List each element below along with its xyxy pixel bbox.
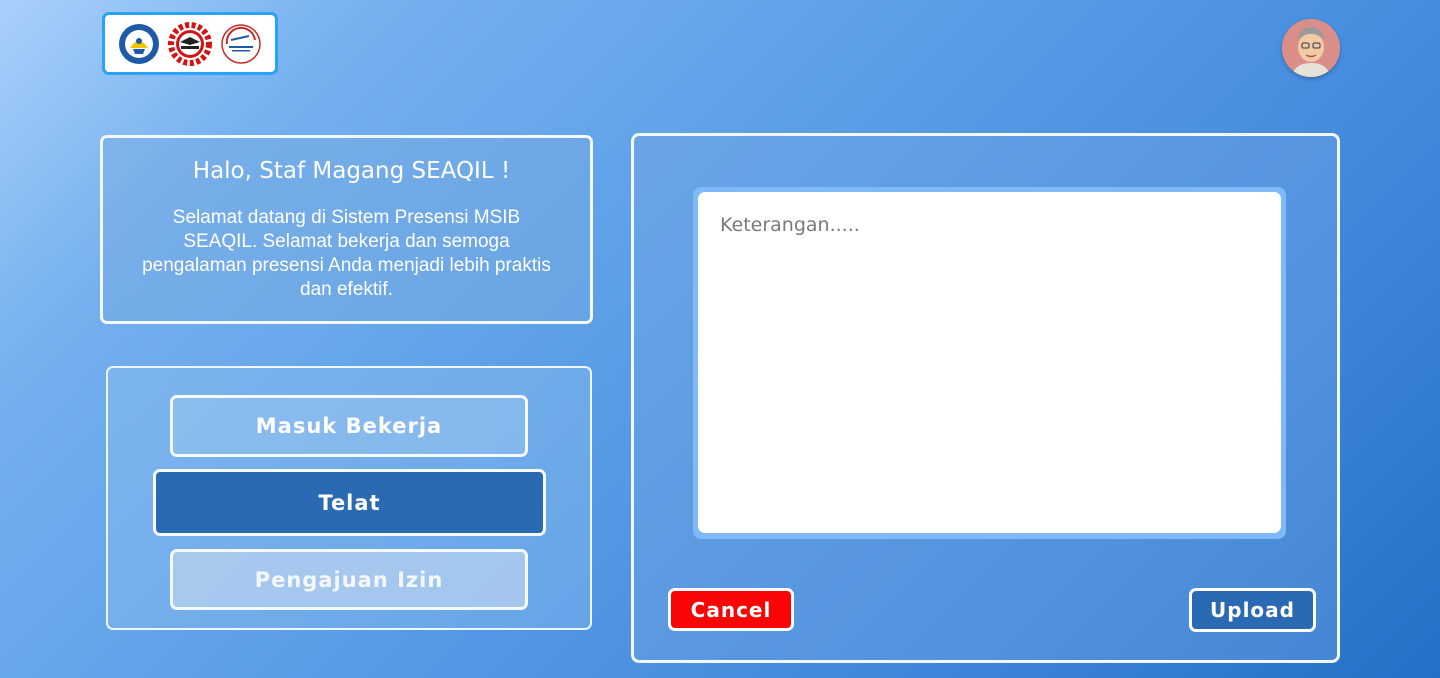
keterangan-textarea[interactable]	[698, 192, 1281, 533]
upload-button[interactable]: Upload	[1189, 588, 1316, 632]
user-avatar-icon	[1282, 19, 1340, 77]
welcome-card: Halo, Staf Magang SEAQIL ! Selamat datan…	[100, 135, 593, 324]
keterangan-field-wrapper	[693, 187, 1286, 539]
seameo-qitep-language-logo	[221, 23, 261, 64]
welcome-title: Halo, Staf Magang SEAQIL !	[192, 158, 511, 184]
attendance-menu: Masuk Bekerja Telat Pengajuan Izin	[106, 366, 592, 630]
cancel-button[interactable]: Cancel	[668, 588, 794, 631]
welcome-text: Selamat datang di Sistem Presensi MSIB S…	[142, 207, 551, 300]
pengajuan-izin-button[interactable]: Pengajuan Izin	[170, 549, 528, 610]
telat-button[interactable]: Telat	[153, 469, 546, 536]
seameo-logo	[168, 21, 212, 66]
user-avatar[interactable]	[1282, 19, 1340, 77]
late-form-card: Cancel Upload	[631, 133, 1340, 663]
kemendikbud-logo	[119, 23, 159, 64]
masuk-bekerja-button[interactable]: Masuk Bekerja	[170, 395, 528, 457]
logo-bar	[102, 12, 278, 75]
